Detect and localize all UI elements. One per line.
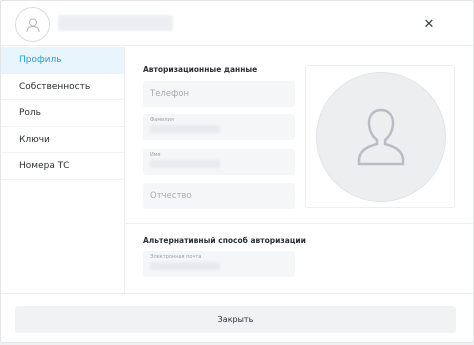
- user-avatar-icon: [15, 7, 50, 42]
- phone-field[interactable]: Телефон: [143, 81, 295, 107]
- firstname-label: Имя: [150, 152, 161, 158]
- lastname-value-redacted: [150, 125, 220, 133]
- modal-header: ✕: [1, 1, 473, 46]
- profile-modal: ✕ Профиль Собственность Роль Ключи Номер…: [0, 0, 474, 343]
- close-icon[interactable]: ✕: [419, 14, 439, 34]
- email-field[interactable]: Электронная почта: [143, 251, 295, 277]
- sidebar-nav: Профиль Собственность Роль Ключи Номера …: [1, 47, 125, 293]
- lastname-label: Фамилия: [150, 117, 174, 123]
- footer-divider: [1, 293, 473, 294]
- firstname-value-redacted: [150, 160, 220, 168]
- auth-section-title: Авторизационные данные: [143, 65, 258, 74]
- patronymic-placeholder: Отчество: [150, 191, 192, 201]
- firstname-field[interactable]: Имя: [143, 149, 295, 175]
- sidebar-item-vehicle-numbers[interactable]: Номера ТС: [1, 153, 124, 180]
- sidebar-item-keys[interactable]: Ключи: [1, 127, 124, 153]
- alt-auth-section-title: Альтернативный способ авторизации: [143, 236, 306, 245]
- profile-photo-box[interactable]: [305, 65, 455, 208]
- patronymic-field[interactable]: Отчество: [143, 183, 295, 209]
- sidebar-item-property[interactable]: Собственность: [1, 74, 124, 100]
- sidebar-item-profile[interactable]: Профиль: [1, 47, 124, 74]
- user-name-redacted: [58, 15, 173, 31]
- lastname-field[interactable]: Фамилия: [143, 114, 295, 140]
- close-button[interactable]: Закрыть: [15, 306, 456, 333]
- user-silhouette-icon: [316, 72, 446, 202]
- email-value-redacted: [150, 262, 220, 270]
- section-divider: [126, 223, 473, 224]
- email-label: Электронная почта: [150, 254, 202, 260]
- sidebar-item-role[interactable]: Роль: [1, 100, 124, 127]
- phone-placeholder: Телефон: [150, 89, 190, 99]
